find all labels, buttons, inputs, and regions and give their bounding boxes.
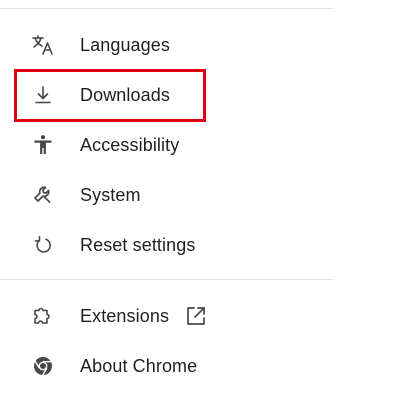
sidebar-item-label: System xyxy=(80,184,141,205)
open-external-icon[interactable] xyxy=(185,305,207,327)
sidebar-item-downloads[interactable]: Downloads xyxy=(0,70,333,120)
translate-icon xyxy=(31,33,55,57)
extension-icon xyxy=(31,304,55,328)
sidebar-item-label: Languages xyxy=(80,34,170,55)
sidebar-item-label: Reset settings xyxy=(80,234,196,255)
sidebar-item-label: Accessibility xyxy=(80,134,180,155)
wrench-icon xyxy=(31,183,55,207)
sidebar-item-label: About Chrome xyxy=(80,355,198,376)
download-icon xyxy=(31,83,55,107)
sidebar-item-label: Extensions xyxy=(80,305,170,326)
sidebar-item-accessibility[interactable]: Accessibility xyxy=(0,120,333,170)
chrome-logo-icon xyxy=(31,354,55,378)
sidebar-item-label: Downloads xyxy=(80,84,170,105)
sidebar-item-languages[interactable]: Languages xyxy=(0,20,333,70)
reset-icon xyxy=(31,233,55,257)
sidebar-item-extensions[interactable]: Extensions xyxy=(0,291,333,341)
accessibility-icon xyxy=(31,133,55,157)
sidebar-item-reset-settings[interactable]: Reset settings xyxy=(0,220,333,270)
section-divider xyxy=(0,279,333,280)
top-divider xyxy=(0,8,333,9)
settings-sidebar: Languages Downloads Accessibility System… xyxy=(0,0,400,400)
sidebar-item-system[interactable]: System xyxy=(0,170,333,220)
sidebar-item-about-chrome[interactable]: About Chrome xyxy=(0,341,333,391)
